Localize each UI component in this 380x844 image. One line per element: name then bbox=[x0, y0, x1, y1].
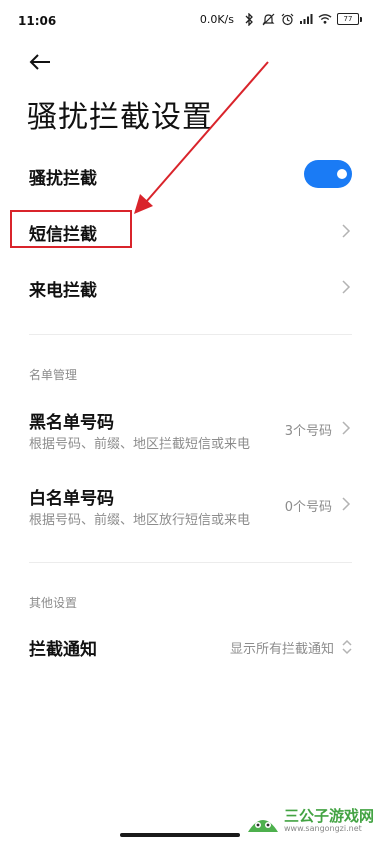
watermark-url: www.sangongzi.net bbox=[283, 823, 362, 833]
block-notification-value: 显示所有拦截通知 bbox=[229, 642, 334, 657]
chevron-right-icon bbox=[342, 280, 351, 294]
status-icons: 0.0K/s 77 bbox=[200, 12, 362, 26]
home-indicator[interactable] bbox=[120, 833, 240, 837]
whitelist-count: 0个号码 bbox=[284, 500, 332, 515]
back-button[interactable] bbox=[24, 46, 56, 78]
call-block-row[interactable]: 来电拦截 bbox=[0, 262, 380, 310]
blacklist-label: 黑名单号码 bbox=[29, 413, 114, 433]
signal-icon bbox=[299, 12, 313, 26]
divider bbox=[29, 562, 352, 563]
harassment-block-label: 骚扰拦截 bbox=[29, 169, 97, 189]
blacklist-count: 3个号码 bbox=[284, 424, 332, 439]
chevron-right-icon bbox=[342, 421, 351, 435]
chevron-right-icon bbox=[342, 497, 351, 511]
call-block-label: 来电拦截 bbox=[29, 281, 97, 301]
blacklist-row[interactable]: 黑名单号码 根据号码、前缀、地区拦截短信或来电 3个号码 bbox=[0, 400, 380, 460]
mute-icon bbox=[261, 12, 275, 26]
whitelist-subtitle: 根据号码、前缀、地区放行短信或来电 bbox=[29, 513, 251, 528]
section-header-other-settings: 其他设置 bbox=[29, 596, 78, 610]
network-speed: 0.0K/s bbox=[199, 12, 234, 26]
blacklist-subtitle: 根据号码、前缀、地区拦截短信或来电 bbox=[29, 437, 251, 452]
divider bbox=[29, 334, 352, 335]
wifi-icon bbox=[318, 12, 332, 26]
block-notification-row[interactable]: 拦截通知 显示所有拦截通知 bbox=[0, 622, 380, 670]
sms-block-row[interactable]: 短信拦截 bbox=[0, 206, 380, 254]
block-notification-label: 拦截通知 bbox=[29, 640, 97, 660]
status-time: 11:06 bbox=[18, 14, 57, 28]
bluetooth-icon bbox=[242, 12, 256, 26]
page-title: 骚扰拦截设置 bbox=[27, 100, 213, 135]
sms-block-label: 短信拦截 bbox=[29, 225, 97, 245]
battery-level: 77 bbox=[337, 13, 359, 25]
alarm-icon bbox=[280, 12, 294, 26]
section-header-list-management: 名单管理 bbox=[29, 368, 78, 382]
whitelist-row[interactable]: 白名单号码 根据号码、前缀、地区放行短信或来电 0个号码 bbox=[0, 476, 380, 536]
back-arrow-icon bbox=[29, 54, 50, 70]
watermark-logo-icon bbox=[247, 820, 278, 832]
chevron-right-icon bbox=[342, 224, 351, 238]
whitelist-label: 白名单号码 bbox=[29, 489, 114, 509]
watermark-name: 三公子游戏网 bbox=[283, 807, 374, 826]
watermark: 三公子游戏网 www.sangongzi.net bbox=[246, 804, 374, 838]
chevron-up-down-icon bbox=[342, 639, 352, 655]
harassment-block-toggle[interactable] bbox=[304, 160, 352, 188]
status-bar: 11:06 0.0K/s 77 bbox=[0, 0, 380, 44]
battery-icon: 77 bbox=[337, 13, 362, 25]
toggle-knob bbox=[337, 169, 347, 179]
